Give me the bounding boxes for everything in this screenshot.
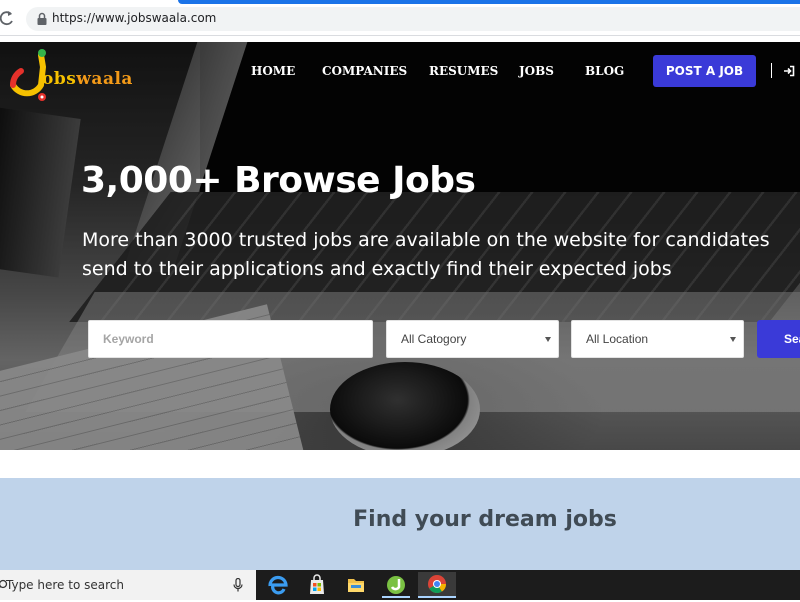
jobswaala-app-icon [387,576,405,594]
nav-resumes[interactable]: RESUMES [429,64,498,78]
chrome-icon [428,575,446,594]
category-select[interactable]: All Catogory [386,320,559,358]
location-select-value: All Location [586,332,649,346]
file-explorer-icon [348,579,364,592]
nav-home[interactable]: HOME [251,64,295,78]
hero-title: 3,000+ Browse Jobs [81,160,476,201]
store-taskbar-button[interactable] [299,572,335,598]
lock-icon [37,12,47,25]
keyword-field[interactable] [88,320,373,358]
post-a-job-button[interactable]: POST A JOB [653,55,756,87]
nav-blog[interactable]: BLOG [585,64,624,78]
nav-companies[interactable]: COMPANIES [322,64,407,78]
keyword-input[interactable] [89,321,372,357]
taskbar-search-box[interactable]: Type here to search [0,570,256,600]
dream-jobs-title: Find your dream jobs [353,507,617,532]
hero-subtitle: More than 3000 trusted jobs are availabl… [82,226,800,284]
reload-icon[interactable] [0,9,16,27]
nav-jobs[interactable]: JOBS [519,64,554,78]
chrome-taskbar-button[interactable] [418,572,456,598]
active-tab-indicator [178,0,800,4]
file-explorer-taskbar-button[interactable] [338,572,374,598]
hero-subtitle-line2: send to their applications and exactly f… [82,258,672,280]
sign-in-icon[interactable] [783,65,795,77]
chevron-down-icon [545,337,551,342]
category-select-value: All Catogory [401,332,467,346]
jobswaala-app-taskbar-button[interactable] [378,572,414,598]
hero-subtitle-line1: More than 3000 trusted jobs are availabl… [82,229,770,251]
browser-toolbar: https://www.jobswaala.com [0,0,800,36]
windows-taskbar: Type here to search [0,570,800,600]
running-indicator [382,596,410,598]
search-button[interactable]: Search [757,320,800,358]
microphone-icon[interactable] [233,578,243,592]
url-text[interactable]: https://www.jobswaala.com [52,11,216,25]
edge-icon [268,575,288,595]
chevron-down-icon [730,337,736,342]
dream-jobs-section: Find your dream jobs [0,478,800,570]
address-bar[interactable]: https://www.jobswaala.com [26,7,800,31]
taskbar-search-placeholder: Type here to search [6,578,124,592]
store-icon [310,574,324,594]
nav-divider [771,63,772,78]
edge-taskbar-button[interactable] [260,572,296,598]
location-select[interactable]: All Location [571,320,744,358]
